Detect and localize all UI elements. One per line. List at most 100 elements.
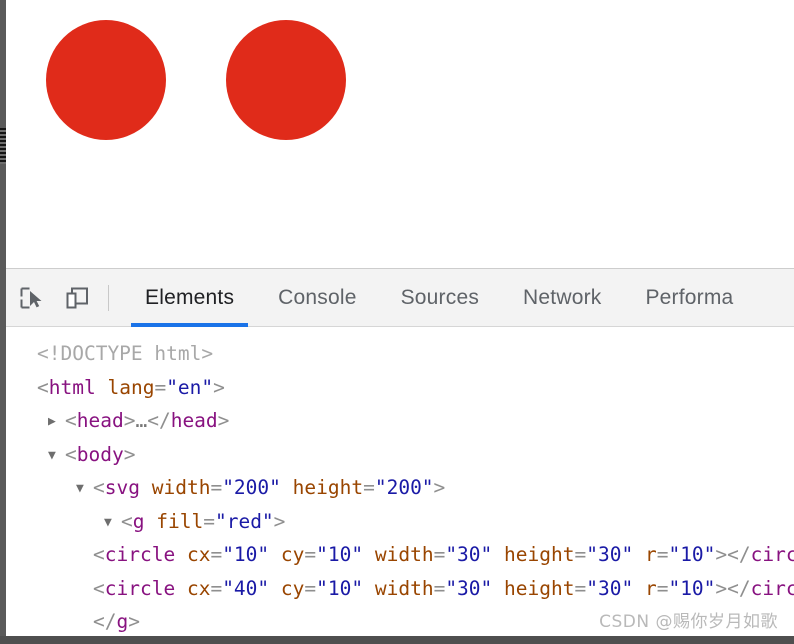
code-token: > <box>128 610 140 633</box>
rendered-svg <box>46 20 346 140</box>
tab-performa[interactable]: Performa <box>623 269 755 327</box>
dom-line-doctype[interactable]: <!DOCTYPE html> <box>6 337 794 371</box>
code-token: = <box>574 543 587 566</box>
toolbar-divider <box>108 284 109 311</box>
red-circle-2 <box>226 20 346 140</box>
code-token: < <box>93 543 105 566</box>
tab-console[interactable]: Console <box>256 269 378 327</box>
code-token: body <box>76 442 124 466</box>
dom-line-circle-2[interactable]: <circle cx="40" cy="10" width="30" heigh… <box>6 572 794 606</box>
code-token: </ <box>147 409 171 432</box>
code-token: "10" <box>668 576 716 600</box>
code-token: width <box>374 576 434 600</box>
code-token: lang <box>107 375 155 399</box>
code-token: g <box>132 509 145 533</box>
code-token: = <box>433 543 446 566</box>
code-token: r <box>644 576 657 600</box>
code-token: = <box>210 543 223 566</box>
expand-triangle-icon[interactable]: ▶ <box>48 405 65 438</box>
code-token: r <box>644 543 657 566</box>
dom-line-html-open[interactable]: <html lang="en"> <box>6 371 794 405</box>
csdn-watermark: CSDN @赐你岁月如歌 <box>599 612 778 632</box>
code-token: < <box>65 409 77 432</box>
code-token: > <box>123 409 136 432</box>
code-token: = <box>656 543 669 566</box>
code-token: "10" <box>668 543 716 566</box>
code-token: = <box>656 576 669 600</box>
collapse-triangle-icon[interactable]: ▼ <box>48 439 65 472</box>
dom-tree[interactable]: <!DOCTYPE html> <html lang="en"> ▶ <head>…… <box>6 327 794 639</box>
red-circle-1 <box>46 20 166 140</box>
code-token: = <box>304 576 317 600</box>
tab-network[interactable]: Network <box>501 269 623 327</box>
dom-line-circle-1[interactable]: <circle cx="10" cy="10" width="30" heigh… <box>6 538 794 572</box>
dom-line-g-open[interactable]: ▼ <g fill="red"> <box>6 505 794 539</box>
code-token: > <box>217 409 230 432</box>
code-token: = <box>154 375 167 399</box>
code-token: < <box>93 476 105 499</box>
code-token: circle <box>104 543 176 566</box>
left-edge-strip <box>0 0 6 644</box>
code-token: … <box>135 409 148 432</box>
code-token: = <box>574 576 587 600</box>
code-token: "10" <box>316 576 364 600</box>
code-token: svg <box>104 476 140 499</box>
code-token: = <box>210 476 223 499</box>
dom-line-svg-open[interactable]: ▼ <svg width="200" height="200"> <box>6 471 794 505</box>
code-token: height <box>292 476 364 499</box>
code-token: > <box>273 509 286 533</box>
tab-label: Sources <box>400 285 480 309</box>
tab-sources[interactable]: Sources <box>379 269 501 327</box>
code-token: "10" <box>316 543 364 566</box>
device-toolbar-icon[interactable] <box>56 277 98 319</box>
code-token: < <box>65 442 77 466</box>
code-token: height <box>504 576 575 600</box>
devtools-panel: Elements Console Sources Network Performa <!… <box>6 268 794 644</box>
svg-red-group <box>46 20 346 140</box>
code-token: </ <box>93 610 117 633</box>
code-token: head <box>170 409 218 432</box>
dom-line-head-collapsed[interactable]: ▶ <head>…</head> <box>6 404 794 438</box>
code-token: head <box>76 409 124 432</box>
code-token: "30" <box>586 543 634 566</box>
code-token: fill <box>156 509 204 533</box>
code-token: cx <box>186 543 211 566</box>
code-token: width <box>151 476 211 499</box>
tab-elements[interactable]: Elements <box>123 269 256 327</box>
code-token: = <box>210 576 223 600</box>
collapse-triangle-icon[interactable]: ▼ <box>104 506 121 539</box>
inspect-element-icon[interactable] <box>10 277 52 319</box>
code-token: html <box>48 375 96 399</box>
code-token: < <box>121 509 133 533</box>
code-token: "10" <box>222 543 270 566</box>
code-token: width <box>374 543 434 566</box>
code-token: cy <box>280 543 305 566</box>
dom-line-body-open[interactable]: ▼ <body> <box>6 438 794 472</box>
collapse-triangle-icon[interactable]: ▼ <box>76 472 93 505</box>
code-token: "40" <box>222 576 270 600</box>
code-token: "30" <box>586 576 634 600</box>
code-token: > <box>433 476 446 499</box>
code-token: ></ <box>715 576 751 600</box>
code-token: cy <box>280 576 305 600</box>
code-token: "en" <box>166 375 214 399</box>
tab-label: Performa <box>645 285 734 309</box>
code-token: height <box>504 543 575 566</box>
devtools-toolbar: Elements Console Sources Network Performa <box>6 269 794 327</box>
code-token: "red" <box>214 509 274 533</box>
